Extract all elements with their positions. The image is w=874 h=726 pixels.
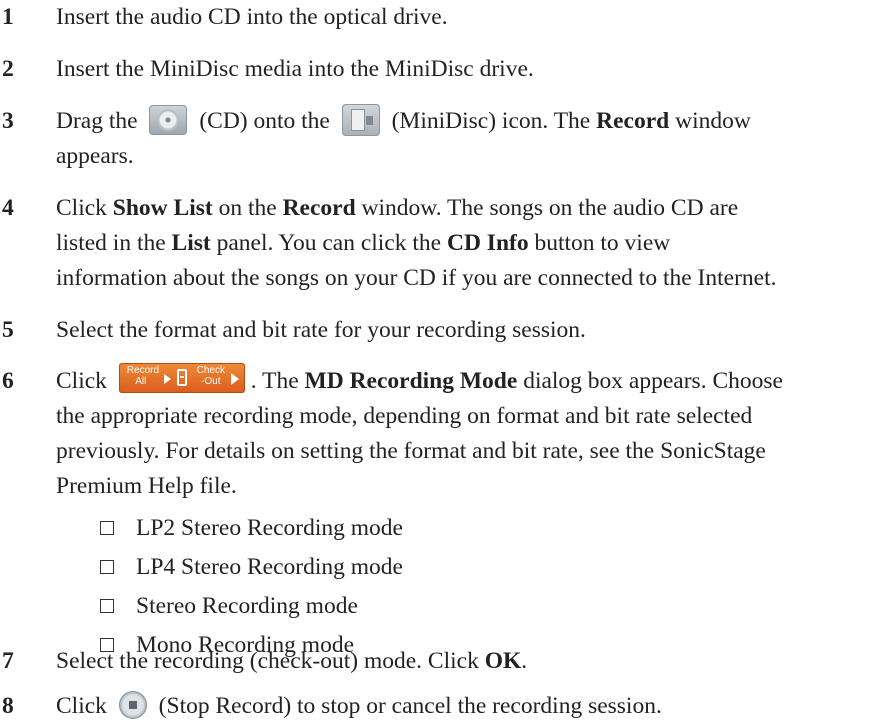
minidisc-icon xyxy=(341,103,380,136)
play-arrow-icon xyxy=(230,372,239,385)
step-number: 4 xyxy=(2,195,14,221)
step-text: Select the recording (check-out) mode. C… xyxy=(56,648,528,674)
step-text: Select the format and bit rate for your … xyxy=(56,317,586,343)
step-number: 6 xyxy=(2,368,14,394)
step-text: Insert the MiniDisc media into the MiniD… xyxy=(56,56,534,82)
step-number: 2 xyxy=(2,56,14,82)
step-number: 3 xyxy=(2,108,14,134)
checkbox-icon xyxy=(100,520,114,535)
record-checkout-button-icon: Record All Check -Out xyxy=(118,362,245,393)
step-number: 5 xyxy=(2,317,14,343)
step-text: Drag the (CD) onto the (MiniDisc) icon. … xyxy=(56,103,868,174)
step-text: Click (Stop Record) to stop or cancel th… xyxy=(56,689,868,724)
mode-option: LP2 Stereo Recording mode xyxy=(100,511,403,546)
play-arrow-icon xyxy=(163,373,171,384)
step-number: 7 xyxy=(2,648,14,674)
minidisc-device-icon xyxy=(176,368,187,386)
step-text: Insert the audio CD into the optical dri… xyxy=(56,4,448,30)
checkbox-icon xyxy=(100,559,114,574)
step-text: Click Record All Check -Out . The MD Recor… xyxy=(56,362,783,499)
cd-icon xyxy=(149,104,188,135)
checkbox-icon xyxy=(100,598,114,613)
mode-option: Stereo Recording mode xyxy=(100,589,358,624)
step-number: 1 xyxy=(2,4,14,30)
step-number: 8 xyxy=(2,693,14,719)
mode-option: LP4 Stereo Recording mode xyxy=(100,550,403,585)
step-text: Click Show List on the Record window. Th… xyxy=(56,195,777,291)
stop-record-icon xyxy=(118,690,147,719)
